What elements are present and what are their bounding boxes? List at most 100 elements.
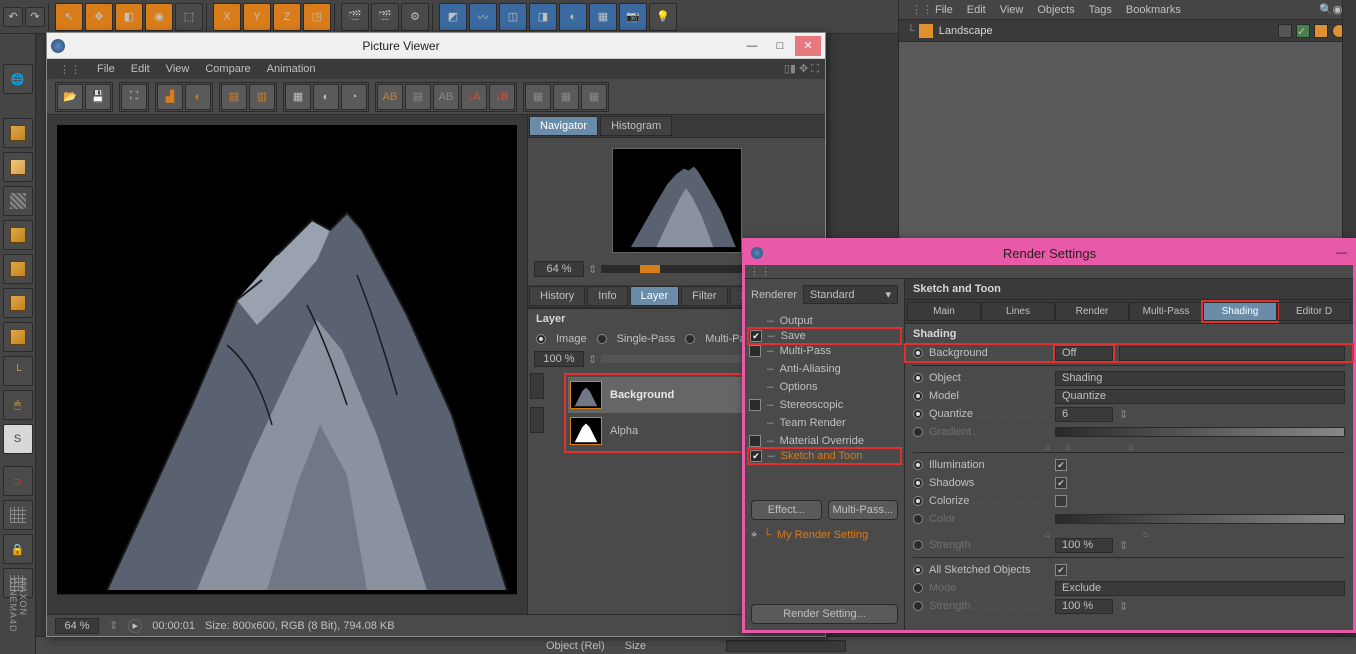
mouse-button[interactable]: 🖱 xyxy=(3,390,33,420)
gradient-value[interactable] xyxy=(1055,427,1345,437)
pv-menu-view[interactable]: View xyxy=(166,63,190,75)
navigator-tab[interactable]: Navigator xyxy=(529,116,598,136)
add-camera[interactable]: 📷 xyxy=(619,3,647,31)
mode-radio[interactable] xyxy=(913,583,923,593)
undo-button[interactable]: ↶ xyxy=(3,7,23,27)
strength2-radio[interactable] xyxy=(913,601,923,611)
visibility-dot[interactable] xyxy=(1278,24,1292,38)
redo-button[interactable]: ↷ xyxy=(25,7,45,27)
texture-mode[interactable] xyxy=(3,186,33,216)
pv-ab2-icon[interactable]: ▥ xyxy=(249,84,275,110)
layer-tog-2[interactable] xyxy=(530,407,544,433)
y-axis-lock[interactable]: Y xyxy=(243,3,271,31)
object-value[interactable]: Shading xyxy=(1055,371,1345,386)
pv-menu-edit[interactable]: Edit xyxy=(131,63,150,75)
tab-main[interactable]: Main xyxy=(907,302,981,321)
workplane-mode[interactable] xyxy=(3,220,33,250)
pv-open-icon[interactable]: 📂 xyxy=(57,84,83,110)
tree-team[interactable]: ┈Team Render xyxy=(749,414,900,432)
pv-filter-icon[interactable]: ◐ xyxy=(185,84,211,110)
layer-zoom-value[interactable]: 100 % xyxy=(534,351,584,367)
render-view[interactable]: 🎬 xyxy=(341,3,369,31)
rs-minimize-button[interactable]: — xyxy=(1336,247,1347,259)
illum-check[interactable]: ✔ xyxy=(1055,459,1067,471)
tree-aa[interactable]: ┈Anti-Aliasing xyxy=(749,360,900,378)
objects-menu-view[interactable]: View xyxy=(1000,4,1024,16)
magnet-button[interactable]: ⊃ xyxy=(3,466,33,496)
my-render-setting[interactable]: ⌖└ My Render Setting xyxy=(745,526,904,544)
pv-menu-file[interactable]: File xyxy=(97,63,115,75)
pv-ab-button[interactable]: AB xyxy=(377,84,403,110)
pv-setb-button[interactable]: ↓B xyxy=(489,84,515,110)
pv-minimize-button[interactable]: — xyxy=(739,36,765,56)
pv-play3[interactable]: ▦ xyxy=(581,84,607,110)
pv-close-button[interactable]: ✕ xyxy=(795,36,821,56)
pv-rgb-icon[interactable]: ▦ xyxy=(285,84,311,110)
model-mode[interactable] xyxy=(3,152,33,182)
singlepass-radio[interactable] xyxy=(597,334,607,344)
background-radio[interactable] xyxy=(913,348,923,358)
add-generator[interactable]: ◨ xyxy=(529,3,557,31)
pv-layout-icons[interactable]: ▯▮ ✥ ⛶ xyxy=(784,62,819,76)
add-cube[interactable]: ◩ xyxy=(439,3,467,31)
colorize-radio[interactable] xyxy=(913,496,923,506)
last-tool[interactable]: ⬚ xyxy=(175,3,203,31)
pv-play1[interactable]: ▦ xyxy=(525,84,551,110)
quantize-value[interactable]: 6 xyxy=(1055,407,1113,422)
nav-zoom-value[interactable]: 64 % xyxy=(534,261,584,277)
strength2-value[interactable]: 100 % xyxy=(1055,599,1113,614)
multipass-radio[interactable] xyxy=(685,334,695,344)
pv-play2[interactable]: ▦ xyxy=(553,84,579,110)
tab-multipass[interactable]: Multi-Pass xyxy=(1129,302,1203,321)
gradient-radio[interactable] xyxy=(913,427,923,437)
pv-canvas[interactable] xyxy=(57,125,517,595)
play-icon[interactable]: ▸ xyxy=(128,619,142,633)
edge-mode[interactable] xyxy=(3,288,33,318)
strength1-radio[interactable] xyxy=(913,540,923,550)
lock-button[interactable]: 🔒 xyxy=(3,534,33,564)
background-value2[interactable] xyxy=(1119,346,1345,361)
add-deformer[interactable]: ◐ xyxy=(559,3,587,31)
grid-snap[interactable] xyxy=(3,500,33,530)
move-tool[interactable]: ✥ xyxy=(85,3,113,31)
pv-alpha-icon[interactable]: ◐ xyxy=(313,84,339,110)
add-light[interactable]: 💡 xyxy=(649,3,677,31)
layer-tab[interactable]: Layer xyxy=(630,286,680,306)
axis-button[interactable]: └ xyxy=(3,356,33,386)
add-environment[interactable]: ▦ xyxy=(589,3,617,31)
image-radio[interactable] xyxy=(536,334,546,344)
scene-object-row[interactable]: └ Landscape ✓ xyxy=(899,20,1356,42)
objects-menu-file[interactable]: File xyxy=(935,4,953,16)
tag-chip-1[interactable] xyxy=(1314,24,1328,38)
select-tool[interactable]: ↖ xyxy=(55,3,83,31)
snap-button[interactable]: S xyxy=(3,424,33,454)
pv-diff-button[interactable]: AB xyxy=(433,84,459,110)
allsketched-radio[interactable] xyxy=(913,565,923,575)
mode-value[interactable]: Exclude xyxy=(1055,581,1345,596)
pv-titlebar[interactable]: Picture Viewer — □ ✕ xyxy=(47,33,825,59)
render-settings[interactable]: ⚙ xyxy=(401,3,429,31)
x-axis-lock[interactable]: X xyxy=(213,3,241,31)
objects-menu-objects[interactable]: Objects xyxy=(1037,4,1074,16)
info-tab[interactable]: Info xyxy=(587,286,627,306)
render-setting-button[interactable]: Render Setting... xyxy=(751,604,898,624)
rotate-tool[interactable]: ◉ xyxy=(145,3,173,31)
model-value[interactable]: Quantize xyxy=(1055,389,1345,404)
pv-history-icon[interactable]: ⛶ xyxy=(121,84,147,110)
bottom-field[interactable] xyxy=(726,640,846,652)
pv-swap-button[interactable]: ▤ xyxy=(405,84,431,110)
quantize-radio[interactable] xyxy=(913,409,923,419)
tab-shading[interactable]: Shading xyxy=(1203,302,1277,321)
color-radio[interactable] xyxy=(913,514,923,524)
navigator-thumbnail[interactable] xyxy=(612,148,742,253)
object-radio[interactable] xyxy=(913,373,923,383)
z-axis-lock[interactable]: Z xyxy=(273,3,301,31)
objects-menu-edit[interactable]: Edit xyxy=(967,4,986,16)
pv-hscroll[interactable] xyxy=(57,594,517,608)
add-nurbs[interactable]: ◫ xyxy=(499,3,527,31)
globe-button[interactable]: 🌐 xyxy=(3,64,33,94)
tab-render[interactable]: Render xyxy=(1055,302,1129,321)
colorize-check[interactable] xyxy=(1055,495,1067,507)
tab-editor[interactable]: Editor D xyxy=(1277,302,1351,321)
pv-maximize-button[interactable]: □ xyxy=(767,36,793,56)
